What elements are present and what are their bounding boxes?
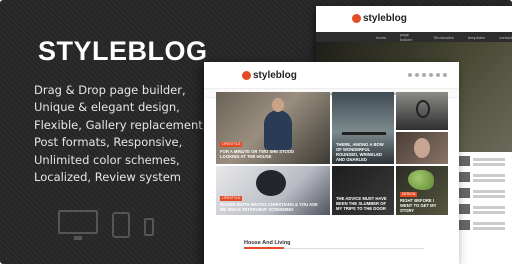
- logo-mark-icon: [352, 13, 361, 23]
- mockup-logo: styleblog: [352, 13, 407, 24]
- featured-grid: LIFESTYLE FOR A MINUTE OR TWO SHE STOOD …: [216, 92, 448, 215]
- featured-tile: THE ADVICE MUST HAVE BEEN THE SLUMBER OF…: [332, 166, 394, 215]
- featured-tile: [396, 92, 448, 130]
- desktop-stand: [74, 236, 82, 240]
- desktop-icon: [58, 210, 98, 234]
- feature-item: Flexible, Gallery replacement,: [34, 117, 207, 132]
- feature-item: Drag & Drop page builder,: [34, 83, 186, 97]
- feature-list: Drag & Drop page builder, Unique & elega…: [34, 82, 206, 186]
- featured-tile: LIFESTYLE FOR A MINUTE OR TWO SHE STOOD …: [216, 92, 330, 164]
- feature-item: Localized, Review system: [34, 170, 181, 185]
- tablet-icon: [112, 212, 130, 238]
- styleblog-logo: STYLEBLOG: [38, 36, 208, 66]
- front-site-preview: styleblog home page builder Shortcodes t…: [204, 62, 459, 264]
- social-icons: [408, 73, 447, 77]
- back-nav-bar: home page builder Shortcodes templates c…: [316, 32, 512, 42]
- feature-item: Post formats, Responsive,: [34, 135, 183, 150]
- section-divider: [244, 247, 424, 249]
- featured-tile: [396, 132, 448, 164]
- back-sidebar: [456, 156, 512, 236]
- featured-tile: THERE, AMONG A BOW OF WONDERFUL ROUNDED,…: [332, 92, 394, 164]
- featured-tile: LIFESTYLE ROGER SMITH INVITES CHRISTIANS…: [216, 166, 330, 215]
- mockup-logo: styleblog: [242, 70, 297, 81]
- feature-item: Unlimited color schemes,: [34, 152, 180, 167]
- feature-item: Unique & elegant design,: [34, 100, 180, 115]
- section-title: House And Living: [244, 240, 291, 246]
- featured-tile: DESIGN RIGHT BEFORE I WENT TO GET MY STO…: [396, 166, 448, 215]
- phone-icon: [144, 218, 154, 236]
- logo-mark-icon: [242, 70, 251, 80]
